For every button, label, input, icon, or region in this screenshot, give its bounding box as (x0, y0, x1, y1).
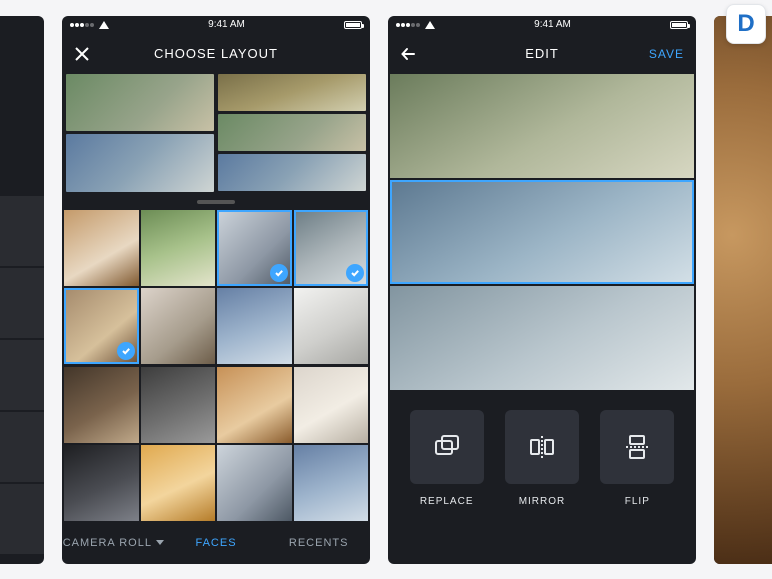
header-bar: EDIT SAVE (388, 34, 696, 74)
photo-thumbnail[interactable] (217, 210, 292, 286)
signal-dots-icon (70, 19, 95, 30)
battery-icon (344, 21, 362, 29)
phone-choose-layout: 9:41 AM CHOOSE LAYOUT (62, 16, 370, 564)
battery-icon (670, 21, 688, 29)
thumbnail[interactable] (0, 340, 44, 410)
thumbnail[interactable] (0, 268, 44, 338)
flip-button[interactable]: FLIP (597, 410, 678, 507)
selected-check-icon (270, 264, 288, 282)
photo-thumbnail[interactable] (217, 288, 292, 364)
photo-thumbnail[interactable] (217, 367, 292, 443)
thumbnail[interactable] (0, 412, 44, 482)
page-title: EDIT (438, 46, 646, 61)
layout-option[interactable] (218, 74, 366, 111)
selected-check-icon (346, 264, 364, 282)
layout-option[interactable] (218, 154, 366, 191)
close-icon (74, 46, 90, 62)
layout-option[interactable] (66, 74, 214, 132)
collage-pane[interactable] (390, 286, 694, 390)
photo-thumbnail[interactable] (294, 445, 369, 521)
photo-thumbnail[interactable] (294, 210, 369, 286)
status-time: 9:41 AM (534, 19, 571, 30)
phone-edit: 9:41 AM EDIT SAVE REPLACE (388, 16, 696, 564)
thumbnail[interactable] (0, 196, 44, 266)
tab-faces[interactable]: FACES (165, 522, 268, 564)
action-label: FLIP (625, 496, 650, 507)
photo-thumbnail[interactable] (294, 367, 369, 443)
status-bar: 9:41 AM (62, 16, 370, 34)
back-arrow-icon (400, 46, 416, 62)
photo-thumbnail[interactable] (217, 445, 292, 521)
save-label: SAVE (649, 47, 684, 61)
mirror-button[interactable]: MIRROR (501, 410, 582, 507)
phone-partial-left (0, 16, 44, 564)
tab-camera-roll[interactable]: CAMERA ROLL (62, 522, 165, 564)
action-label: MIRROR (519, 496, 566, 507)
photo-thumbnail[interactable] (141, 445, 216, 521)
layout-preview-strip[interactable] (62, 74, 370, 192)
photo-thumbnail[interactable] (141, 288, 216, 364)
tab-label: FACES (195, 537, 236, 549)
photo-thumbnail[interactable] (294, 288, 369, 364)
chevron-down-icon (156, 540, 164, 545)
mirror-icon (505, 410, 579, 484)
phone-partial-right (714, 16, 772, 564)
tab-label: CAMERA ROLL (63, 537, 152, 549)
action-label: REPLACE (420, 496, 474, 507)
tab-label: RECENTS (289, 537, 349, 549)
photo-thumbnail[interactable] (64, 210, 139, 286)
app-badge: D (726, 4, 766, 44)
edit-action-bar: REPLACE MIRROR FLIP (388, 390, 696, 564)
badge-letter: D (737, 10, 754, 38)
back-button[interactable] (400, 46, 438, 62)
flip-icon (600, 410, 674, 484)
wifi-icon (99, 21, 109, 29)
collage-pane[interactable] (390, 180, 694, 284)
photo-thumbnail[interactable] (64, 367, 139, 443)
photo-preview (714, 16, 772, 564)
status-bar: 9:41 AM (388, 16, 696, 34)
signal-dots-icon (396, 19, 421, 30)
collage-pane[interactable] (390, 74, 694, 178)
layout-option[interactable] (218, 114, 366, 151)
photo-thumbnail[interactable] (141, 367, 216, 443)
page-title: CHOOSE LAYOUT (112, 46, 320, 61)
collage-preview (388, 74, 696, 390)
drag-handle[interactable] (197, 200, 235, 204)
tab-recents[interactable]: RECENTS (267, 522, 370, 564)
selected-check-icon (117, 342, 135, 360)
photo-thumbnail[interactable] (64, 445, 139, 521)
photo-grid (62, 210, 370, 522)
close-button[interactable] (74, 46, 112, 62)
save-button[interactable]: SAVE (646, 47, 684, 61)
source-tabbar: CAMERA ROLL FACES RECENTS (62, 522, 370, 564)
replace-icon (410, 410, 484, 484)
photo-thumbnail[interactable] (64, 288, 139, 364)
replace-button[interactable]: REPLACE (406, 410, 487, 507)
photo-thumbnail[interactable] (141, 210, 216, 286)
layout-option[interactable] (66, 134, 214, 192)
wifi-icon (425, 21, 435, 29)
header-bar: CHOOSE LAYOUT (62, 34, 370, 74)
thumbnail[interactable] (0, 484, 44, 554)
status-time: 9:41 AM (208, 19, 245, 30)
